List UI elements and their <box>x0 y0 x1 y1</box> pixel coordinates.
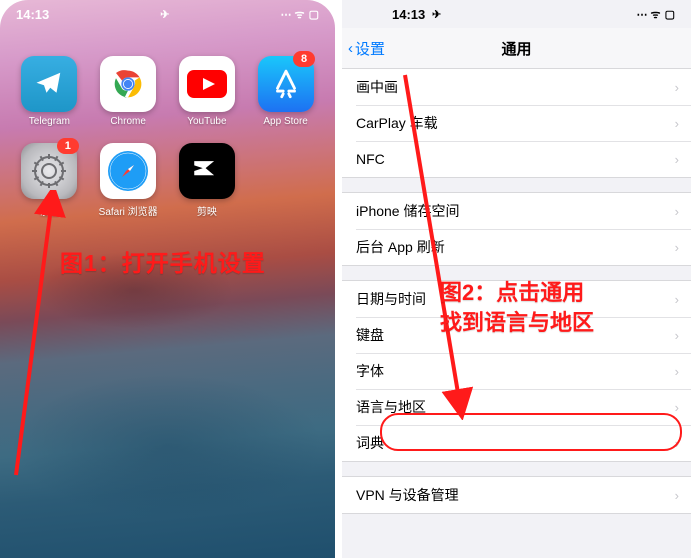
status-indicators: ⋯ ᯤ ▢ <box>280 7 319 22</box>
arrow-fig2 <box>390 70 480 420</box>
wifi-icon: ⋯ ᯤ <box>636 7 660 22</box>
app-capcut[interactable]: 剪映 <box>170 143 245 218</box>
row-label: 字体 <box>356 361 384 381</box>
chevron-right-icon: › <box>675 240 679 255</box>
row-label: NFC <box>356 151 385 167</box>
status-time: 14:13 <box>392 7 425 22</box>
status-time: 14:13 <box>16 7 49 22</box>
row-label: VPN 与设备管理 <box>356 485 459 505</box>
status-bar: 14:13 ✈ ⋯ ᯤ ▢ <box>342 0 691 28</box>
chevron-right-icon: › <box>675 364 679 379</box>
chevron-right-icon: › <box>675 116 679 131</box>
app-label: 剪映 <box>197 203 217 218</box>
app-label: YouTube <box>187 116 226 127</box>
row-label: 键盘 <box>356 325 384 345</box>
wifi-icon: ⋯ ᯤ <box>280 7 304 22</box>
app-youtube[interactable]: YouTube <box>170 56 245 127</box>
battery-icon: ▢ <box>309 8 319 21</box>
chevron-right-icon: › <box>675 152 679 167</box>
chevron-right-icon: › <box>675 488 679 503</box>
chevron-right-icon: › <box>675 436 679 451</box>
settings-group: VPN 与设备管理 › <box>342 476 691 514</box>
app-label: App Store <box>263 116 307 127</box>
row-label: 词典 <box>356 433 384 453</box>
badge: 8 <box>293 51 315 67</box>
app-telegram[interactable]: Telegram <box>12 56 87 127</box>
app-appstore[interactable]: 8App Store <box>248 56 323 127</box>
chevron-right-icon: › <box>675 80 679 95</box>
badge: 1 <box>57 138 79 154</box>
battery-icon: ▢ <box>665 8 675 21</box>
arrow-fig1 <box>6 190 76 480</box>
app-label: Safari 浏览器 <box>99 203 158 218</box>
chevron-right-icon: › <box>675 292 679 307</box>
annotation-fig1: 图1：打开手机设置 <box>60 244 266 278</box>
status-indicators: ⋯ ᯤ ▢ <box>636 7 675 22</box>
settings-row[interactable]: 词典 › <box>342 425 691 461</box>
nav-bar: ‹ 设置 通用 <box>342 28 691 69</box>
chevron-right-icon: › <box>675 204 679 219</box>
settings-row[interactable]: VPN 与设备管理 › <box>342 477 691 513</box>
status-bar: 14:13 ✈ ⋯ ᯤ ▢ <box>0 0 335 28</box>
app-label: Chrome <box>110 116 146 127</box>
app-safari[interactable]: Safari 浏览器 <box>91 143 166 218</box>
annotation-fig2: 图2：点击通用 找到语言与地区 <box>440 278 594 338</box>
app-label: Telegram <box>29 116 70 127</box>
chevron-right-icon: › <box>675 328 679 343</box>
chevron-right-icon: › <box>675 400 679 415</box>
page-title: 通用 <box>342 38 691 59</box>
app-chrome[interactable]: Chrome <box>91 56 166 127</box>
